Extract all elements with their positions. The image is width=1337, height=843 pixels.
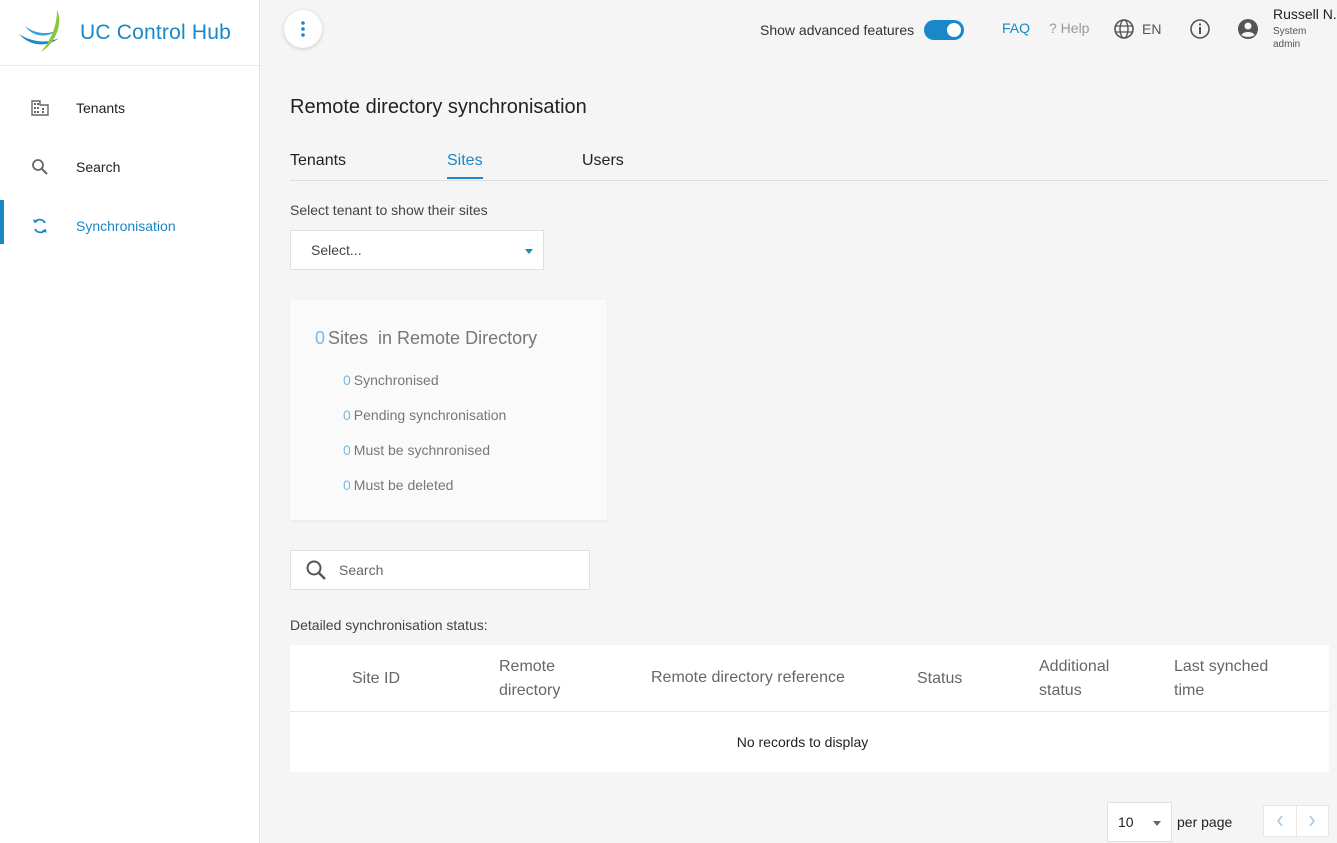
sidebar: UC Control Hub Tenants Search Synchronis…: [0, 0, 260, 843]
search-icon: [305, 559, 327, 581]
stat-count: 0: [343, 442, 351, 458]
stat-count: 0: [343, 372, 351, 388]
detail-status-label: Detailed synchronisation status:: [290, 617, 488, 633]
site-search: [290, 550, 590, 590]
tab-bar: Tenants Sites Users: [290, 148, 1329, 181]
user-menu[interactable]: Russell N. System admin: [1237, 6, 1337, 51]
column-header-site-id[interactable]: Site ID: [352, 667, 400, 691]
tab-sites[interactable]: Sites: [447, 152, 483, 179]
summary-count: 0: [315, 328, 326, 348]
sidebar-item-label: Search: [76, 158, 121, 175]
column-header-status[interactable]: Status: [917, 667, 962, 691]
more-vert-icon: [301, 21, 305, 37]
tab-tenants[interactable]: Tenants: [290, 152, 346, 177]
table-header: Site ID Remote directory Remote director…: [290, 645, 1329, 712]
building-icon: [30, 98, 50, 118]
stat-count: 0: [343, 477, 351, 493]
user-name: Russell N.: [1273, 6, 1337, 22]
chevron-right-icon: [1309, 815, 1316, 827]
previous-page-button[interactable]: [1264, 806, 1297, 836]
search-icon: [30, 157, 50, 177]
column-header-additional-status[interactable]: Additional status: [1039, 655, 1129, 703]
stat-must-be-deleted: 0 Must be deleted: [343, 477, 453, 493]
page-size-value: 10: [1118, 814, 1134, 830]
advanced-features-toggle[interactable]: [924, 20, 965, 40]
sync-icon: [30, 216, 50, 236]
table-empty-message: No records to display: [736, 734, 869, 750]
info-button[interactable]: [1189, 18, 1211, 45]
sidebar-item-label: Synchronisation: [76, 217, 176, 234]
sidebar-item-label: Tenants: [76, 99, 126, 116]
more-menu-button[interactable]: [284, 10, 322, 48]
stat-must-be-synchronised: 0 Must be sychnronised: [343, 442, 490, 458]
tenant-select-value: Select...: [311, 242, 362, 258]
per-page-label: per page: [1177, 814, 1233, 830]
advanced-features: Show advanced features: [760, 20, 965, 40]
language-selector[interactable]: EN: [1113, 18, 1161, 40]
caret-down-icon: [525, 249, 533, 254]
stat-synchronised: 0 Synchronised: [343, 372, 439, 388]
column-header-remote-directory-reference[interactable]: Remote directory reference: [651, 666, 845, 690]
stat-label: Synchronised: [353, 372, 439, 388]
chevron-left-icon: [1276, 815, 1283, 827]
brand-logo-icon: [19, 9, 60, 52]
globe-icon: [1114, 19, 1134, 39]
sidebar-item-synchronisation[interactable]: Synchronisation: [0, 196, 259, 255]
stat-count: 0: [343, 407, 351, 423]
search-input[interactable]: [339, 562, 559, 578]
page-size-select[interactable]: 10: [1107, 802, 1172, 842]
summary-title: 0 Sites in Remote Directory: [315, 328, 537, 349]
stat-label: Must be sychnronised: [353, 442, 490, 458]
sync-status-table: Site ID Remote directory Remote director…: [290, 645, 1329, 772]
tab-users[interactable]: Users: [582, 152, 624, 177]
column-header-last-synched-time[interactable]: Last synched time: [1174, 655, 1284, 703]
language-label: EN: [1142, 21, 1162, 37]
info-icon: [1190, 19, 1210, 39]
sidebar-item-search[interactable]: Search: [0, 137, 259, 196]
summary-title-text: Sites in Remote Directory: [328, 328, 538, 348]
faq-link[interactable]: FAQ: [1002, 20, 1030, 36]
pagination-nav: [1263, 805, 1329, 837]
page-title: Remote directory synchronisation: [290, 96, 587, 118]
caret-down-icon: [1153, 821, 1161, 826]
stat-pending: 0 Pending synchronisation: [343, 407, 506, 423]
column-header-remote-directory[interactable]: Remote directory: [499, 655, 589, 703]
user-role: System admin: [1273, 26, 1307, 50]
sites-summary-card: 0 Sites in Remote Directory 0 Synchronised…: [290, 300, 607, 520]
stat-label: Must be deleted: [353, 477, 454, 493]
tenant-select-label: Select tenant to show their sites: [290, 202, 488, 218]
advanced-features-label: Show advanced features: [760, 22, 915, 38]
stat-label: Pending synchronisation: [353, 407, 507, 423]
help-link[interactable]: ? Help: [1049, 20, 1089, 36]
brand[interactable]: UC Control Hub: [0, 0, 259, 66]
brand-name: UC Control Hub: [80, 20, 232, 44]
sidebar-item-tenants[interactable]: Tenants: [0, 78, 259, 137]
account-circle-icon: [1238, 19, 1258, 39]
tenant-select[interactable]: Select...: [290, 230, 544, 270]
next-page-button[interactable]: [1297, 806, 1329, 836]
sidebar-nav: Tenants Search Synchronisation: [0, 78, 259, 255]
